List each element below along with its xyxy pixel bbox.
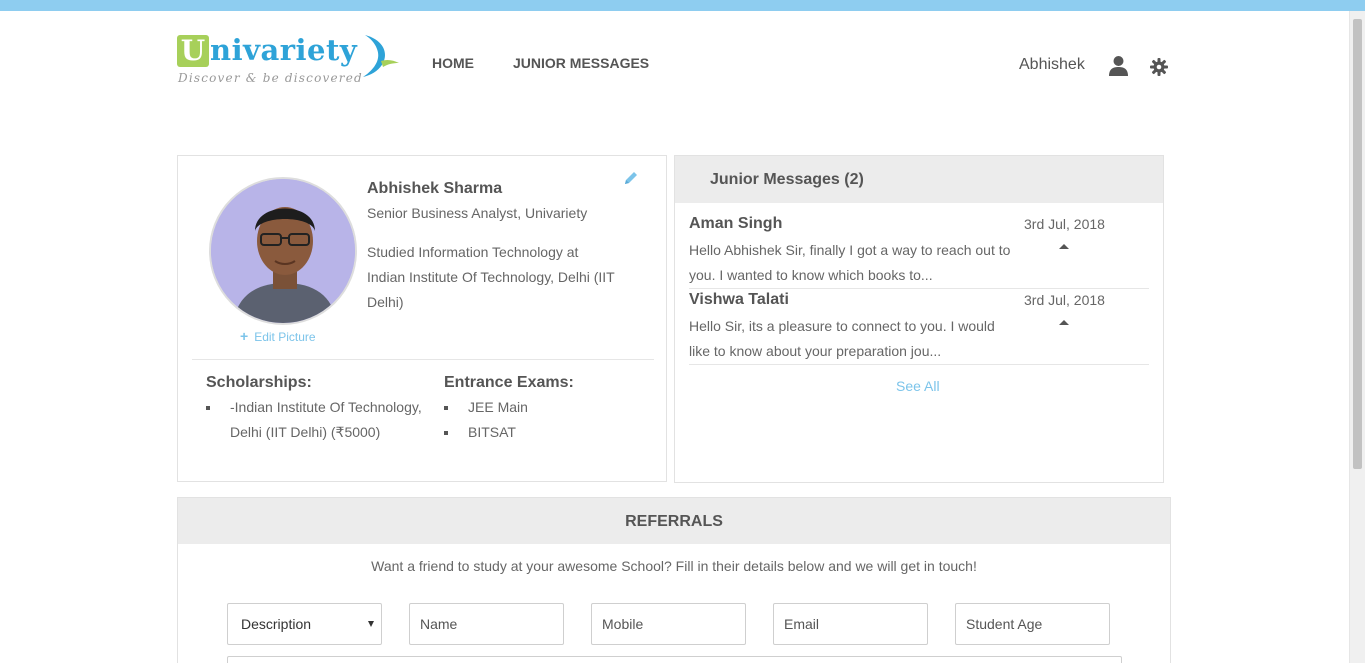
nav-home[interactable]: HOME [432,55,474,71]
bird-icon [363,35,399,77]
referrals-title: REFERRALS [625,513,723,530]
junior-messages-title: Junior Messages (2) [710,171,864,188]
scrollbar[interactable] [1349,11,1365,663]
message-item[interactable]: Aman Singh 3rd Jul, 2018 Hello Abhishek … [689,213,1149,289]
caret-up-icon[interactable] [1059,320,1069,325]
top-accent-bar [0,0,1365,11]
message-sender: Aman Singh [689,215,783,232]
scholarships-heading: Scholarships: [206,374,312,391]
edit-picture-label: Edit Picture [254,330,316,344]
referrals-subtitle: Want a friend to study at your awesome S… [371,558,977,574]
plus-icon: + [240,328,249,344]
message-textarea[interactable] [227,656,1122,663]
profile-education: Studied Information Technology at Indian… [367,244,615,310]
mobile-input[interactable] [591,603,746,645]
profile-title: Senior Business Analyst, Univariety [367,205,588,221]
entrance-exams-heading: Entrance Exams: [444,374,574,391]
univariety-logo[interactable]: U nivariety Discover & be discovered [177,33,402,88]
pencil-icon[interactable] [624,171,638,185]
list-item: -Indian Institute Of Technology, Delhi (… [206,395,441,445]
message-sender: Vishwa Talati [689,291,789,308]
message-date: 3rd Jul, 2018 [1024,292,1105,308]
junior-messages-header: Junior Messages (2) [675,156,1163,203]
message-preview: Hello Abhishek Sir, finally I got a way … [689,242,1011,283]
avatar-photo [211,179,355,323]
logo-tagline: Discover & be discovered [178,71,363,85]
edit-picture-link[interactable]: + Edit Picture [240,328,316,344]
list-item: BITSAT [444,420,644,445]
scholarships-list: -Indian Institute Of Technology, Delhi (… [206,395,441,445]
username[interactable]: Abhishek [1019,56,1085,74]
profile-card: + Edit Picture Abhishek Sharma Senior Bus… [177,155,667,482]
see-all-link[interactable]: See All [896,378,940,394]
referrals-header: REFERRALS [178,498,1170,544]
nav-junior-messages[interactable]: JUNIOR MESSAGES [513,55,649,71]
message-date: 3rd Jul, 2018 [1024,216,1105,232]
logo-wordmark: nivariety [210,33,358,67]
description-select-value: Description [241,616,312,632]
logo-letter: U [177,35,209,67]
profile-name: Abhishek Sharma [367,180,503,197]
message-item[interactable]: Vishwa Talati 3rd Jul, 2018 Hello Sir, i… [689,289,1149,365]
gear-icon[interactable] [1150,58,1168,76]
entrance-exams-list: JEE Main BITSAT [444,395,644,445]
caret-up-icon[interactable] [1059,244,1069,249]
message-preview: Hello Sir, its a pleasure to connect to … [689,318,995,359]
list-item: JEE Main [444,395,644,420]
dropdown-arrow-icon [368,621,374,627]
email-input[interactable] [773,603,928,645]
avatar [209,177,357,325]
scrollbar-thumb[interactable] [1353,19,1362,469]
name-input[interactable] [409,603,564,645]
description-select[interactable]: Description [227,603,382,645]
divider [192,359,654,360]
user-icon[interactable] [1108,55,1129,76]
referrals-card: REFERRALS Want a friend to study at your… [177,497,1171,663]
junior-messages-card: Junior Messages (2) Aman Singh 3rd Jul, … [674,155,1164,483]
student-age-input[interactable] [955,603,1110,645]
